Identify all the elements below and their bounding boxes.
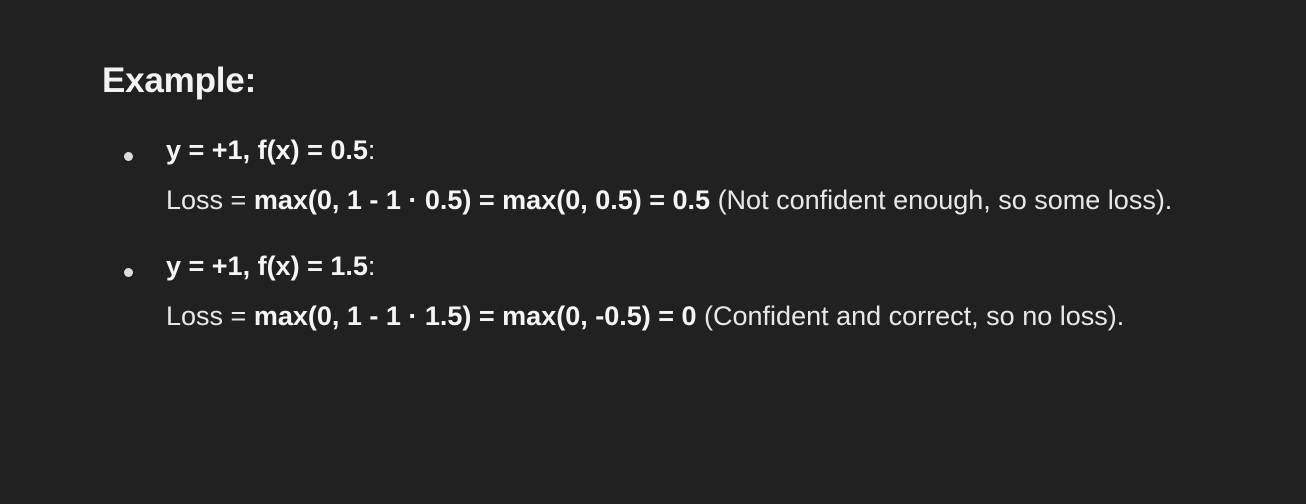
loss-line: Loss = max(0, 1 - 1 · 1.5) = max(0, -0.5… [166,288,1282,344]
list-item: y = +1, f(x) = 0.5: Loss = max(0, 1 - 1 … [102,128,1282,228]
loss-explanation: (Confident and correct, so no loss). [696,301,1125,331]
loss-prefix: Loss = [166,185,254,215]
loss-explanation: (Not confident enough, so some loss). [710,185,1173,215]
list-item: y = +1, f(x) = 1.5: Loss = max(0, 1 - 1 … [102,244,1282,344]
condition-colon: : [367,251,376,281]
example-section: Example: y = +1, f(x) = 0.5: Loss = max(… [102,58,1282,360]
condition-line: y = +1, f(x) = 0.5: [166,128,1282,172]
loss-formula: max(0, 1 - 1 · 0.5) = max(0, 0.5) = 0.5 [253,185,711,215]
bullet-icon [124,152,133,161]
section-heading: Example: [102,61,257,100]
condition-colon: : [367,135,376,165]
loss-prefix: Loss = [166,301,254,331]
condition-text: y = +1, f(x) = 0.5 [166,135,368,165]
loss-formula: max(0, 1 - 1 · 1.5) = max(0, -0.5) = 0 [253,301,697,331]
bullet-icon [124,268,133,277]
condition-line: y = +1, f(x) = 1.5: [166,244,1282,288]
example-list: y = +1, f(x) = 0.5: Loss = max(0, 1 - 1 … [102,128,1282,344]
condition-text: y = +1, f(x) = 1.5 [166,251,368,281]
loss-line: Loss = max(0, 1 - 1 · 0.5) = max(0, 0.5)… [166,172,1282,228]
